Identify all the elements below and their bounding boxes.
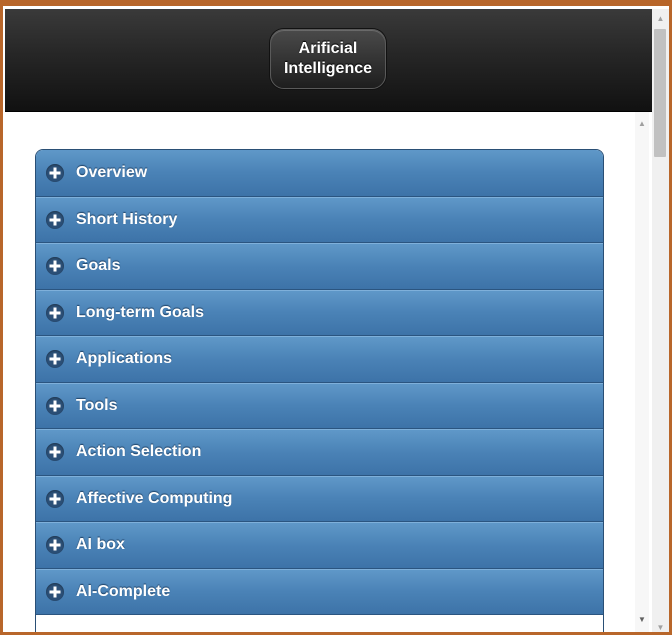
- topic-label: Goals: [76, 257, 121, 275]
- topic-label: AI box: [76, 536, 125, 554]
- scroll-up-icon[interactable]: ▲: [652, 11, 669, 25]
- topic-item[interactable]: Tools: [36, 382, 603, 429]
- topic-label: AI-Complete: [76, 582, 171, 600]
- scroll-thumb[interactable]: [654, 29, 666, 157]
- topic-item[interactable]: Overview: [36, 150, 603, 197]
- topic-item[interactable]: Applications: [36, 336, 603, 383]
- topic-label: Overview: [76, 163, 148, 181]
- topic-item[interactable]: Affective Computing: [36, 475, 603, 522]
- plus-circle-icon: [46, 396, 64, 415]
- inner-scroll-down-icon[interactable]: ▼: [635, 615, 649, 627]
- browser-frame: Arificial Intelligence Overview Short His…: [0, 0, 672, 635]
- topic-label: Affective Computing: [76, 489, 233, 507]
- title-button[interactable]: Arificial Intelligence: [270, 29, 386, 89]
- topic-item[interactable]: Long-term Goals: [36, 289, 603, 336]
- plus-circle-icon: [46, 163, 64, 182]
- window-scrollbar[interactable]: ▲ ▼: [652, 9, 669, 632]
- plus-circle-icon: [46, 489, 64, 508]
- topic-item[interactable]: AI-Complete: [36, 568, 603, 615]
- plus-circle-icon: [46, 536, 64, 555]
- topic-item[interactable]: AI box: [36, 522, 603, 569]
- plus-circle-icon: [46, 582, 64, 601]
- plus-circle-icon: [46, 443, 64, 462]
- inner-scroll-track[interactable]: [635, 112, 649, 632]
- scroll-down-icon[interactable]: ▼: [652, 620, 669, 632]
- page-header: Arificial Intelligence: [5, 9, 652, 112]
- topic-label: Action Selection: [76, 443, 202, 461]
- inner-scroll-up-icon[interactable]: ▲: [635, 119, 649, 131]
- topic-list: Overview Short History Goals Long-term Goal…: [35, 149, 604, 632]
- topic-item[interactable]: Short History: [36, 196, 603, 243]
- main-content: Overview Short History Goals Long-term Goal…: [5, 112, 652, 632]
- plus-circle-icon: [46, 210, 64, 229]
- topic-label: Long-term Goals: [76, 303, 205, 321]
- plus-circle-icon: [46, 303, 64, 322]
- topic-item[interactable]: Action Selection: [36, 429, 603, 476]
- plus-circle-icon: [46, 350, 64, 369]
- topic-label: Short History: [76, 210, 178, 228]
- page-title: Arificial Intelligence: [283, 40, 373, 77]
- topic-label: Applications: [76, 350, 173, 368]
- topic-label: Tools: [76, 396, 118, 414]
- topic-item[interactable]: Goals: [36, 243, 603, 290]
- plus-circle-icon: [46, 257, 64, 276]
